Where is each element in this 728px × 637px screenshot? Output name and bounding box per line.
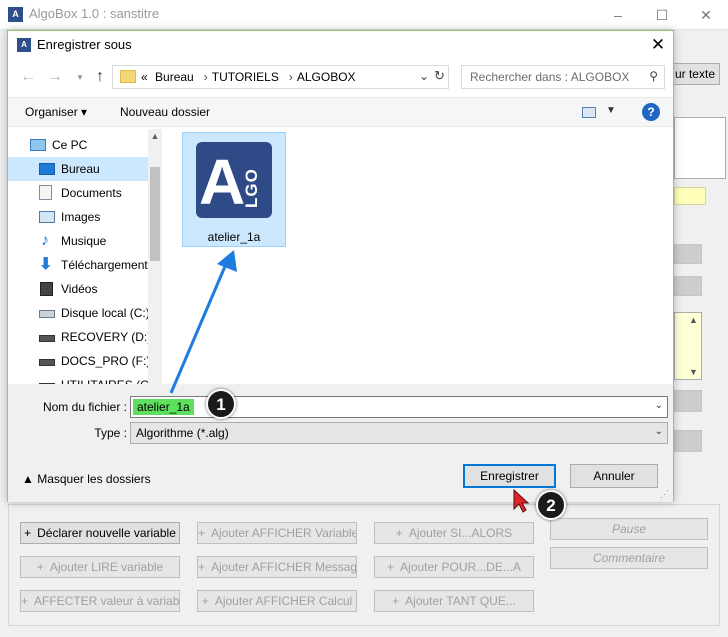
algobox-file-icon: A LGO [196,142,272,218]
save-button[interactable]: Enregistrer [463,464,556,488]
help-icon[interactable]: ? [642,103,660,121]
nav-item-musique[interactable]: ♪ Musique [8,229,148,253]
up-arrow-icon[interactable]: ↑ [90,67,110,87]
breadcrumb-bureau[interactable]: Bureau [155,70,194,84]
drive-icon [39,335,55,342]
breadcrumb: « Bureau › TUTORIELS › ALGOBOX [141,70,360,84]
breadcrumb-tutoriels[interactable]: TUTORIELS [212,70,279,84]
main-right-button[interactable]: ur texte [668,63,720,85]
computer-icon [30,139,46,151]
algobox-logo-icon: A [8,7,23,22]
breadcrumb-separator[interactable]: › [289,70,293,84]
hide-folders-toggle[interactable]: ▲ Masquer les dossiers [22,472,151,486]
comment-button[interactable]: Commentaire [550,547,708,569]
add-si-alors-button[interactable]: + Ajouter SI...ALORS [374,522,534,544]
address-bar[interactable]: « Bureau › TUTORIELS › ALGOBOX ⌄ ↻ [112,65,449,89]
filename-label: Nom du fichier : [42,400,127,414]
add-afficher-message-button[interactable]: + Ajouter AFFICHER Message [197,556,357,578]
forward-arrow-icon[interactable]: → [45,67,65,87]
search-icon[interactable]: ⚲ [649,69,658,83]
pause-button[interactable]: Pause [550,518,708,540]
add-afficher-calcul-button[interactable]: + Ajouter AFFICHER Calcul [197,590,357,612]
scroll-down-icon[interactable]: ▼ [689,367,698,377]
images-icon [39,211,55,223]
resize-grip-icon[interactable]: ⋰ [660,489,669,500]
main-gray-button [674,276,702,296]
type-label: Type : [94,426,127,440]
address-dropdown-icon[interactable]: ⌄ [419,69,429,83]
declare-variable-button[interactable]: + Déclarer nouvelle variable [20,522,180,544]
breadcrumb-separator[interactable]: › [204,70,208,84]
add-afficher-variable-button[interactable]: + Ajouter AFFICHER Variable [197,522,357,544]
organize-menu[interactable]: Organiser ▾ [25,105,87,119]
desktop-icon [39,163,55,175]
dialog-toolbar: Organiser ▾ Nouveau dossier ▼ ? [8,97,673,127]
type-selected-value: Algorithme (*.alg) [136,426,229,440]
filename-dropdown-icon[interactable]: ⌄ [655,400,663,411]
breadcrumb-overflow[interactable]: « [141,70,148,84]
recent-dropdown-icon[interactable]: ▾ [70,67,90,87]
music-icon: ♪ [41,232,49,249]
nav-item-docs-pro[interactable]: DOCS_PRO (F:) [8,349,150,373]
drive-icon [39,359,55,366]
dialog-titlebar: A Enregistrer sous ✕ [8,31,673,59]
dialog-close-icon[interactable]: ✕ [644,33,672,57]
type-dropdown-icon[interactable]: ⌄ [655,426,663,437]
add-tant-que-button[interactable]: + Ajouter TANT QUE... [374,590,534,612]
main-gray-button [674,390,702,412]
main-yellow-list: ▲ ▼ [674,312,702,380]
save-as-dialog: A Enregistrer sous ✕ ← → ↑ ▾ « Bureau › TU… [7,30,674,502]
minimize-icon[interactable]: – [604,4,632,26]
main-yellow-field [674,187,706,205]
nav-item-images[interactable]: Images [8,205,148,229]
algobox-logo-icon: A [17,38,31,52]
scroll-up-icon[interactable]: ▲ [148,129,162,143]
step-badge-2: 2 [536,490,566,520]
breadcrumb-algobox[interactable]: ALGOBOX [297,70,356,84]
close-icon[interactable]: ✕ [692,4,720,26]
folder-icon [120,70,136,83]
file-item[interactable]: A LGO atelier_1a [182,132,286,247]
filename-input[interactable]: atelier_1a [133,399,194,415]
nav-pane-scrollbar[interactable]: ▲ [148,129,162,387]
cancel-button[interactable]: Annuler [570,464,658,488]
mouse-cursor-icon [513,488,530,513]
disk-icon [39,310,55,318]
type-select[interactable]: Algorithme (*.alg) ⌄ [130,422,668,444]
search-box[interactable]: Rechercher dans : ALGOBOX ⚲ [461,65,665,89]
main-panel-box [674,117,726,179]
main-gray-button [674,244,702,264]
nav-item-disque-local[interactable]: Disque local (C:) [8,301,150,325]
video-icon [40,282,53,296]
affecter-valeur-button[interactable]: + AFFECTER valeur à variable [20,590,180,612]
nav-item-documents[interactable]: Documents [8,181,148,205]
search-input[interactable]: Rechercher dans : ALGOBOX [470,70,629,84]
back-arrow-icon[interactable]: ← [18,67,38,87]
nav-item-videos[interactable]: Vidéos [8,277,148,301]
scrollbar-thumb[interactable] [150,167,160,261]
nav-item-recovery[interactable]: RECOVERY (D:) [8,325,151,349]
navigation-pane: Ce PC Bureau Documents Images ♪ Musique … [8,129,161,387]
main-gray-button [674,430,702,452]
maximize-icon[interactable]: ☐ [648,4,676,26]
new-folder-button[interactable]: Nouveau dossier [120,105,210,119]
nav-item-bureau[interactable]: Bureau [8,157,148,181]
main-window-title: AlgoBox 1.0 : sanstitre [29,6,160,21]
refresh-icon[interactable]: ↻ [434,68,445,84]
main-titlebar: A AlgoBox 1.0 : sanstitre – ☐ ✕ [0,0,728,30]
add-pour-de-a-button[interactable]: + Ajouter POUR...DE...A [374,556,534,578]
documents-icon [39,185,52,200]
view-options-icon[interactable] [582,107,596,118]
file-name-label: atelier_1a [207,230,261,244]
step-badge-1: 1 [206,389,236,419]
nav-item-ce-pc[interactable]: Ce PC [8,133,148,157]
nav-item-telechargements[interactable]: ⬇ Téléchargements [8,253,154,277]
scroll-up-icon[interactable]: ▲ [689,315,698,325]
download-icon: ⬇ [39,256,53,273]
view-dropdown-icon[interactable]: ▼ [606,105,616,116]
add-lire-variable-button[interactable]: + Ajouter LIRE variable [20,556,180,578]
dialog-title: Enregistrer sous [37,37,132,52]
